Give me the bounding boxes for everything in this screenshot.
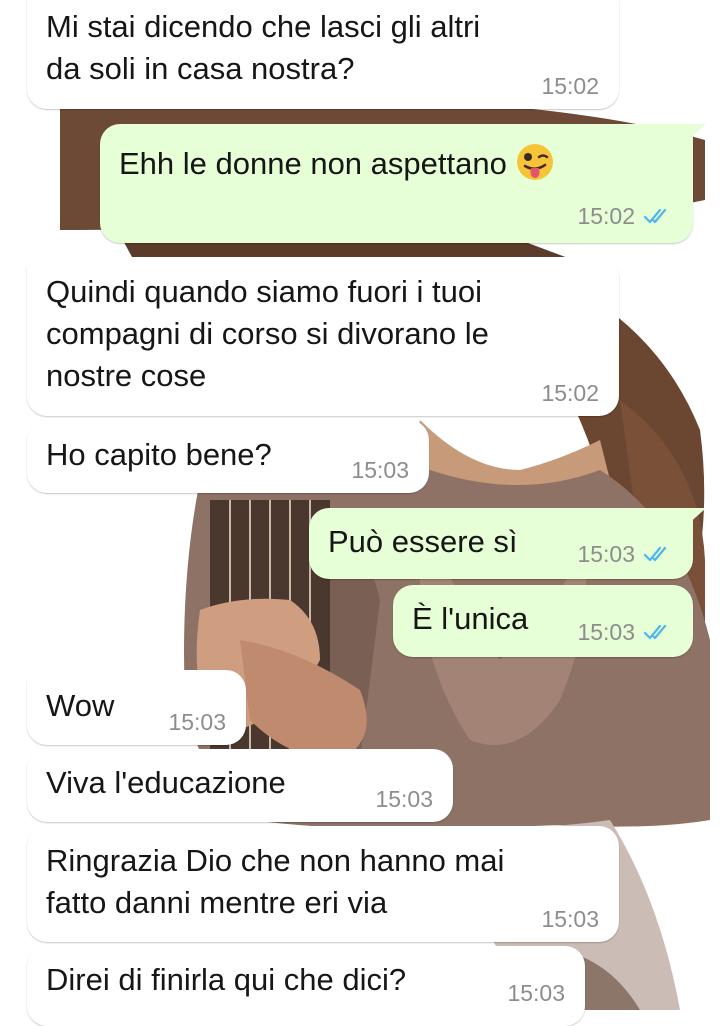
message-timestamp: 15:03 bbox=[577, 541, 635, 567]
message-timestamp: 15:03 bbox=[351, 457, 409, 483]
message-text: Direi di finirla qui che dici? bbox=[46, 962, 407, 997]
double-check-read-icon bbox=[643, 624, 667, 640]
message-text-content: Ehh le donne non aspettano bbox=[119, 146, 507, 181]
bubble-tail bbox=[14, 670, 34, 688]
message-bubble-outgoing[interactable]: Può essere sì 15:03 bbox=[309, 508, 706, 579]
message-meta: 15:03 bbox=[351, 457, 409, 483]
message-text: Ehh le donne non aspettano bbox=[119, 142, 669, 185]
message-meta: 15:02 bbox=[541, 73, 599, 99]
message-meta: 15:03 bbox=[168, 709, 226, 735]
message-bubble-outgoing[interactable]: È l'unica 15:03 bbox=[393, 585, 693, 657]
message-timestamp: 15:02 bbox=[541, 73, 599, 99]
message-text: Mi stai dicendo che lasci gli altri da s… bbox=[46, 9, 481, 86]
message-text: Ringrazia Dio che non hanno mai fatto da… bbox=[46, 843, 505, 920]
message-timestamp: 15:03 bbox=[507, 980, 565, 1006]
message-bubble-outgoing[interactable]: Ehh le donne non aspettano 15:02 bbox=[100, 124, 706, 243]
message-meta: 15:02 bbox=[577, 203, 675, 229]
message-timestamp: 15:02 bbox=[541, 380, 599, 406]
message-meta: 15:03 bbox=[375, 786, 433, 812]
message-bubble-incoming[interactable]: Ho capito bene? 15:03 bbox=[27, 420, 429, 493]
message-bubble-incoming[interactable]: Wow 15:03 bbox=[14, 670, 246, 745]
message-timestamp: 15:03 bbox=[577, 619, 635, 645]
message-meta: 15:03 bbox=[577, 541, 675, 567]
message-bubble-incoming[interactable]: Viva l'educazione 15:03 bbox=[27, 749, 453, 822]
bubble-tail bbox=[686, 508, 706, 526]
message-meta: 15:02 bbox=[541, 380, 599, 406]
bubble-tail bbox=[686, 124, 706, 142]
message-bubble-incoming[interactable]: Quindi quando siamo fuori i tuoi compagn… bbox=[14, 257, 619, 416]
message-timestamp: 15:02 bbox=[577, 203, 635, 229]
message-timestamp: 15:03 bbox=[168, 709, 226, 735]
double-check-read-icon bbox=[643, 546, 667, 562]
message-timestamp: 15:03 bbox=[375, 786, 433, 812]
message-meta: 15:03 bbox=[577, 619, 675, 645]
message-meta: 15:03 bbox=[507, 980, 565, 1006]
bubble-tail bbox=[14, 257, 34, 275]
message-meta: 15:03 bbox=[541, 906, 599, 932]
message-bubble-incoming[interactable]: Mi stai dicendo che lasci gli altri da s… bbox=[27, 0, 619, 109]
message-text: Quindi quando siamo fuori i tuoi compagn… bbox=[46, 274, 489, 393]
message-bubble-incoming[interactable]: Direi di finirla qui che dici? 15:03 bbox=[27, 946, 585, 1026]
winking-face-with-tongue-icon bbox=[516, 144, 553, 180]
message-timestamp: 15:03 bbox=[541, 906, 599, 932]
message-bubble-incoming[interactable]: Ringrazia Dio che non hanno mai fatto da… bbox=[27, 826, 619, 942]
double-check-read-icon bbox=[643, 208, 667, 224]
